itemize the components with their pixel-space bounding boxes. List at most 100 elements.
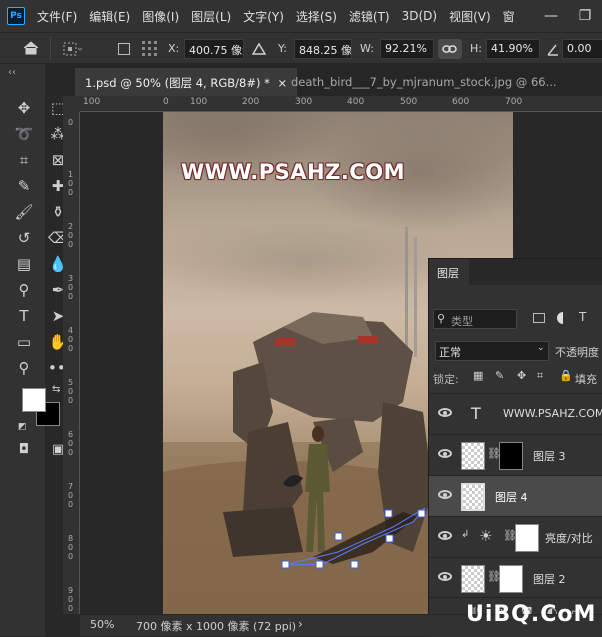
- layer-row-4-selected[interactable]: 图层 4: [429, 475, 602, 516]
- lock-position-icon[interactable]: ✥: [517, 369, 526, 382]
- crop-tool-icon[interactable]: ⌗: [14, 150, 34, 170]
- ruler-tick-label: 200: [242, 97, 260, 107]
- eye-icon[interactable]: [438, 572, 452, 581]
- layer-row-brightness[interactable]: ↲ ☀ ⛓ 亮度/对比: [429, 516, 602, 557]
- chevron-down-icon: ⌄: [537, 343, 545, 353]
- x-field[interactable]: 400.75 像素: [184, 39, 244, 59]
- tab-label: 1.psd @ 50% (图层 4, RGB/8#) *: [85, 76, 270, 90]
- type-tool-icon[interactable]: T: [14, 306, 34, 326]
- ruler-tick-label: 700: [505, 97, 523, 107]
- tab-active-document[interactable]: 1.psd @ 50% (图层 4, RGB/8#) * ×: [75, 68, 298, 96]
- eye-icon[interactable]: [438, 531, 452, 540]
- menu-image[interactable]: 图像(I): [142, 8, 179, 25]
- opacity-label: 不透明度: [555, 346, 599, 359]
- search-icon: ⚲: [437, 312, 446, 325]
- default-colors-icon[interactable]: ◩: [18, 422, 27, 432]
- foreground-color-swatch[interactable]: [22, 388, 46, 412]
- adjustment-filter-icon[interactable]: [557, 312, 569, 324]
- zoom-level[interactable]: 50%: [90, 618, 114, 631]
- vertical-ruler: 0 1 0 0 2 0 0 3 0 0 4 0 0 5 0 0 6 0 0 7 0 0 8 0 …: [63, 96, 80, 614]
- layer-mask-thumbnail[interactable]: [515, 524, 539, 552]
- ruler-tick-label: 100: [190, 97, 208, 107]
- rectangle-tool-icon[interactable]: ▭: [14, 332, 34, 352]
- menu-filter[interactable]: 滤镜(T): [349, 8, 390, 25]
- y-label: Y:: [278, 42, 287, 55]
- ruler-tick-label: 3 0 0: [68, 274, 74, 301]
- layer-thumbnail: [461, 483, 485, 511]
- x-label: X:: [168, 42, 180, 55]
- tab-label: death_bird___7_by_mjranum_stock.jpg @ 66…: [291, 75, 557, 89]
- eye-icon[interactable]: [438, 408, 452, 417]
- reference-grid-icon[interactable]: [140, 39, 160, 59]
- y-field[interactable]: 848.25 像素: [294, 39, 352, 59]
- brightness-adjustment-icon: ☀: [479, 527, 493, 545]
- menu-window[interactable]: 窗: [503, 8, 515, 25]
- reference-point-icon[interactable]: [62, 41, 82, 57]
- w-label: W:: [360, 42, 374, 55]
- lock-all-icon[interactable]: 🔒: [559, 369, 573, 382]
- reference-checkbox[interactable]: [118, 43, 130, 55]
- lock-pixels-icon[interactable]: ✎: [495, 369, 504, 382]
- lock-label: 锁定:: [433, 373, 459, 386]
- layer-mask-thumbnail[interactable]: [499, 442, 523, 470]
- ruler-tick-label: 400: [347, 97, 365, 107]
- ruler-tick-label: 7 0 0: [68, 482, 74, 509]
- restore-button[interactable]: ❐: [568, 0, 602, 32]
- swap-colors-icon[interactable]: ⇆: [52, 384, 60, 395]
- home-icon[interactable]: [22, 40, 40, 56]
- menu-3d[interactable]: 3D(D): [402, 9, 437, 23]
- lock-transparent-icon[interactable]: ▦: [473, 369, 483, 382]
- collapse-toggle[interactable]: ‹‹: [8, 67, 16, 78]
- ruler-tick-label: 0: [163, 97, 169, 107]
- layer-row-2[interactable]: ⛓ 图层 2: [429, 557, 602, 598]
- layer-filter-select[interactable]: [433, 309, 517, 329]
- history-brush-tool-icon[interactable]: ↺: [14, 228, 34, 248]
- move-tool-icon[interactable]: ✥: [14, 98, 34, 118]
- w-field[interactable]: 92.21%: [380, 39, 434, 59]
- gradient-tool-icon[interactable]: ▤: [14, 254, 34, 274]
- brush-tool-icon[interactable]: 🖌: [14, 202, 34, 222]
- minimize-button[interactable]: —: [534, 0, 568, 32]
- eye-icon[interactable]: [438, 449, 452, 458]
- chevron-right-icon[interactable]: ›: [298, 617, 303, 631]
- dodge-tool-icon[interactable]: ⚲: [14, 280, 34, 300]
- canvas-watermark-text: WWW.PSAHZ.COM: [181, 160, 405, 184]
- delta-icon[interactable]: [252, 42, 266, 56]
- menu-layer[interactable]: 图层(L): [191, 8, 231, 25]
- zoom-tool-icon[interactable]: ⚲: [14, 358, 34, 378]
- angle-field[interactable]: 0.00: [562, 39, 602, 59]
- ruler-tick-label: 2 0 0: [68, 222, 74, 249]
- lock-artboard-icon[interactable]: ⌗: [537, 369, 543, 383]
- layer-thumbnail: [461, 565, 485, 593]
- rotate-angle-icon[interactable]: [546, 41, 560, 57]
- filter-kind-label: 类型: [451, 315, 473, 328]
- link-proportions-button[interactable]: [438, 39, 462, 59]
- menu-select[interactable]: 选择(S): [296, 8, 337, 25]
- ruler-tick-label: 4 0 0: [68, 326, 74, 353]
- quick-mask-icon[interactable]: ◘: [14, 440, 34, 460]
- eyedropper-tool-icon[interactable]: ✎: [14, 176, 34, 196]
- fill-label: 填充: [575, 373, 597, 386]
- layer-name: 图层 4: [495, 491, 528, 504]
- layer-mask-thumbnail[interactable]: [499, 565, 523, 593]
- horizontal-ruler: 100 0 100 200 300 400 500 600 700: [80, 96, 602, 112]
- menu-view[interactable]: 视图(V): [449, 8, 491, 25]
- document-tabs: 1.psd @ 50% (图层 4, RGB/8#) * × death_bir…: [47, 64, 602, 96]
- layer-name: 亮度/对比: [545, 532, 593, 545]
- tab-death-bird-document[interactable]: death_bird___7_by_mjranum_stock.jpg @ 66…: [281, 68, 581, 96]
- layer-thumbnail: [461, 442, 485, 470]
- lasso-tool-icon[interactable]: ➰: [14, 124, 34, 144]
- menu-type[interactable]: 文字(Y): [243, 8, 284, 25]
- layer-row-3[interactable]: ⛓ 图层 3: [429, 434, 602, 475]
- tab-layers[interactable]: 图层: [429, 259, 469, 285]
- ruler-tick-label: 5 0 0: [68, 378, 74, 405]
- photoshop-logo: Ps: [7, 7, 25, 25]
- document-info: 700 像素 x 1000 像素 (72 ppi): [136, 620, 297, 633]
- menu-edit[interactable]: 编辑(E): [89, 8, 130, 25]
- h-field[interactable]: 41.90%: [486, 39, 540, 59]
- menu-file[interactable]: 文件(F): [37, 8, 77, 25]
- image-filter-icon[interactable]: [533, 313, 545, 323]
- layer-row-text[interactable]: T WWW.PSAHZ.COM: [429, 393, 602, 434]
- type-filter-icon[interactable]: T: [579, 310, 586, 324]
- eye-icon[interactable]: [438, 490, 452, 499]
